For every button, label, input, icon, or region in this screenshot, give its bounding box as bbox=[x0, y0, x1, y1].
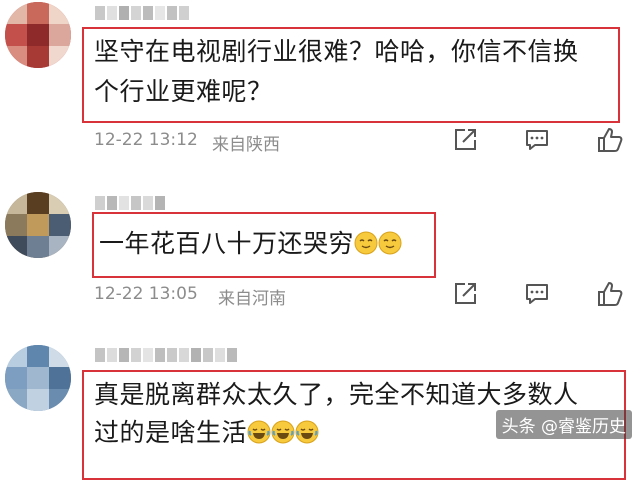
username-pixelated[interactable] bbox=[95, 348, 237, 362]
comment-time: 12-22 13:12 bbox=[94, 130, 198, 150]
comment-text-line-2: 过的是啥生活 bbox=[94, 413, 319, 453]
laugh-cry-emoji-icon bbox=[271, 420, 295, 444]
thumbs-up-icon[interactable] bbox=[596, 280, 624, 308]
comment-icon[interactable] bbox=[524, 281, 550, 307]
laugh-cry-emoji-icon bbox=[247, 420, 271, 444]
thumbs-up-icon[interactable] bbox=[596, 126, 624, 154]
laugh-cry-emoji-icon bbox=[295, 420, 319, 444]
avatar[interactable] bbox=[5, 2, 71, 68]
share-icon[interactable] bbox=[452, 281, 478, 307]
comment-icon[interactable] bbox=[524, 127, 550, 153]
smile-emoji-icon bbox=[378, 231, 402, 255]
comment-text: 一年花百八十万还哭穷 bbox=[99, 224, 402, 264]
comment-1: 坚守在电视剧行业很难？哈哈，你信不信换 个行业更难呢？ 12-22 13:12 … bbox=[0, 0, 640, 170]
comment-text-line-2: 个行业更难呢？ bbox=[94, 77, 273, 106]
comment-location: 来自陕西 bbox=[212, 135, 280, 155]
comment-actions bbox=[452, 126, 624, 154]
username-pixelated[interactable] bbox=[95, 196, 165, 210]
avatar[interactable] bbox=[5, 345, 71, 411]
comment-text-line-1: 真是脱离群众太久了，完全不知道大多数人 bbox=[94, 380, 579, 409]
watermark: 头条 @睿鉴历史 bbox=[495, 410, 632, 439]
comment-2: 一年花百八十万还哭穷 12-22 13:05 来自河南 bbox=[0, 170, 640, 335]
smile-emoji-icon bbox=[354, 231, 378, 255]
comment-time: 12-22 13:05 bbox=[94, 284, 198, 304]
avatar[interactable] bbox=[5, 192, 71, 258]
share-icon[interactable] bbox=[452, 127, 478, 153]
comment-location: 来自河南 bbox=[218, 289, 286, 309]
comment-text-line-1: 坚守在电视剧行业很难？哈哈，你信不信换 bbox=[94, 37, 579, 66]
username-pixelated[interactable] bbox=[95, 6, 189, 20]
comment-actions bbox=[452, 280, 624, 308]
